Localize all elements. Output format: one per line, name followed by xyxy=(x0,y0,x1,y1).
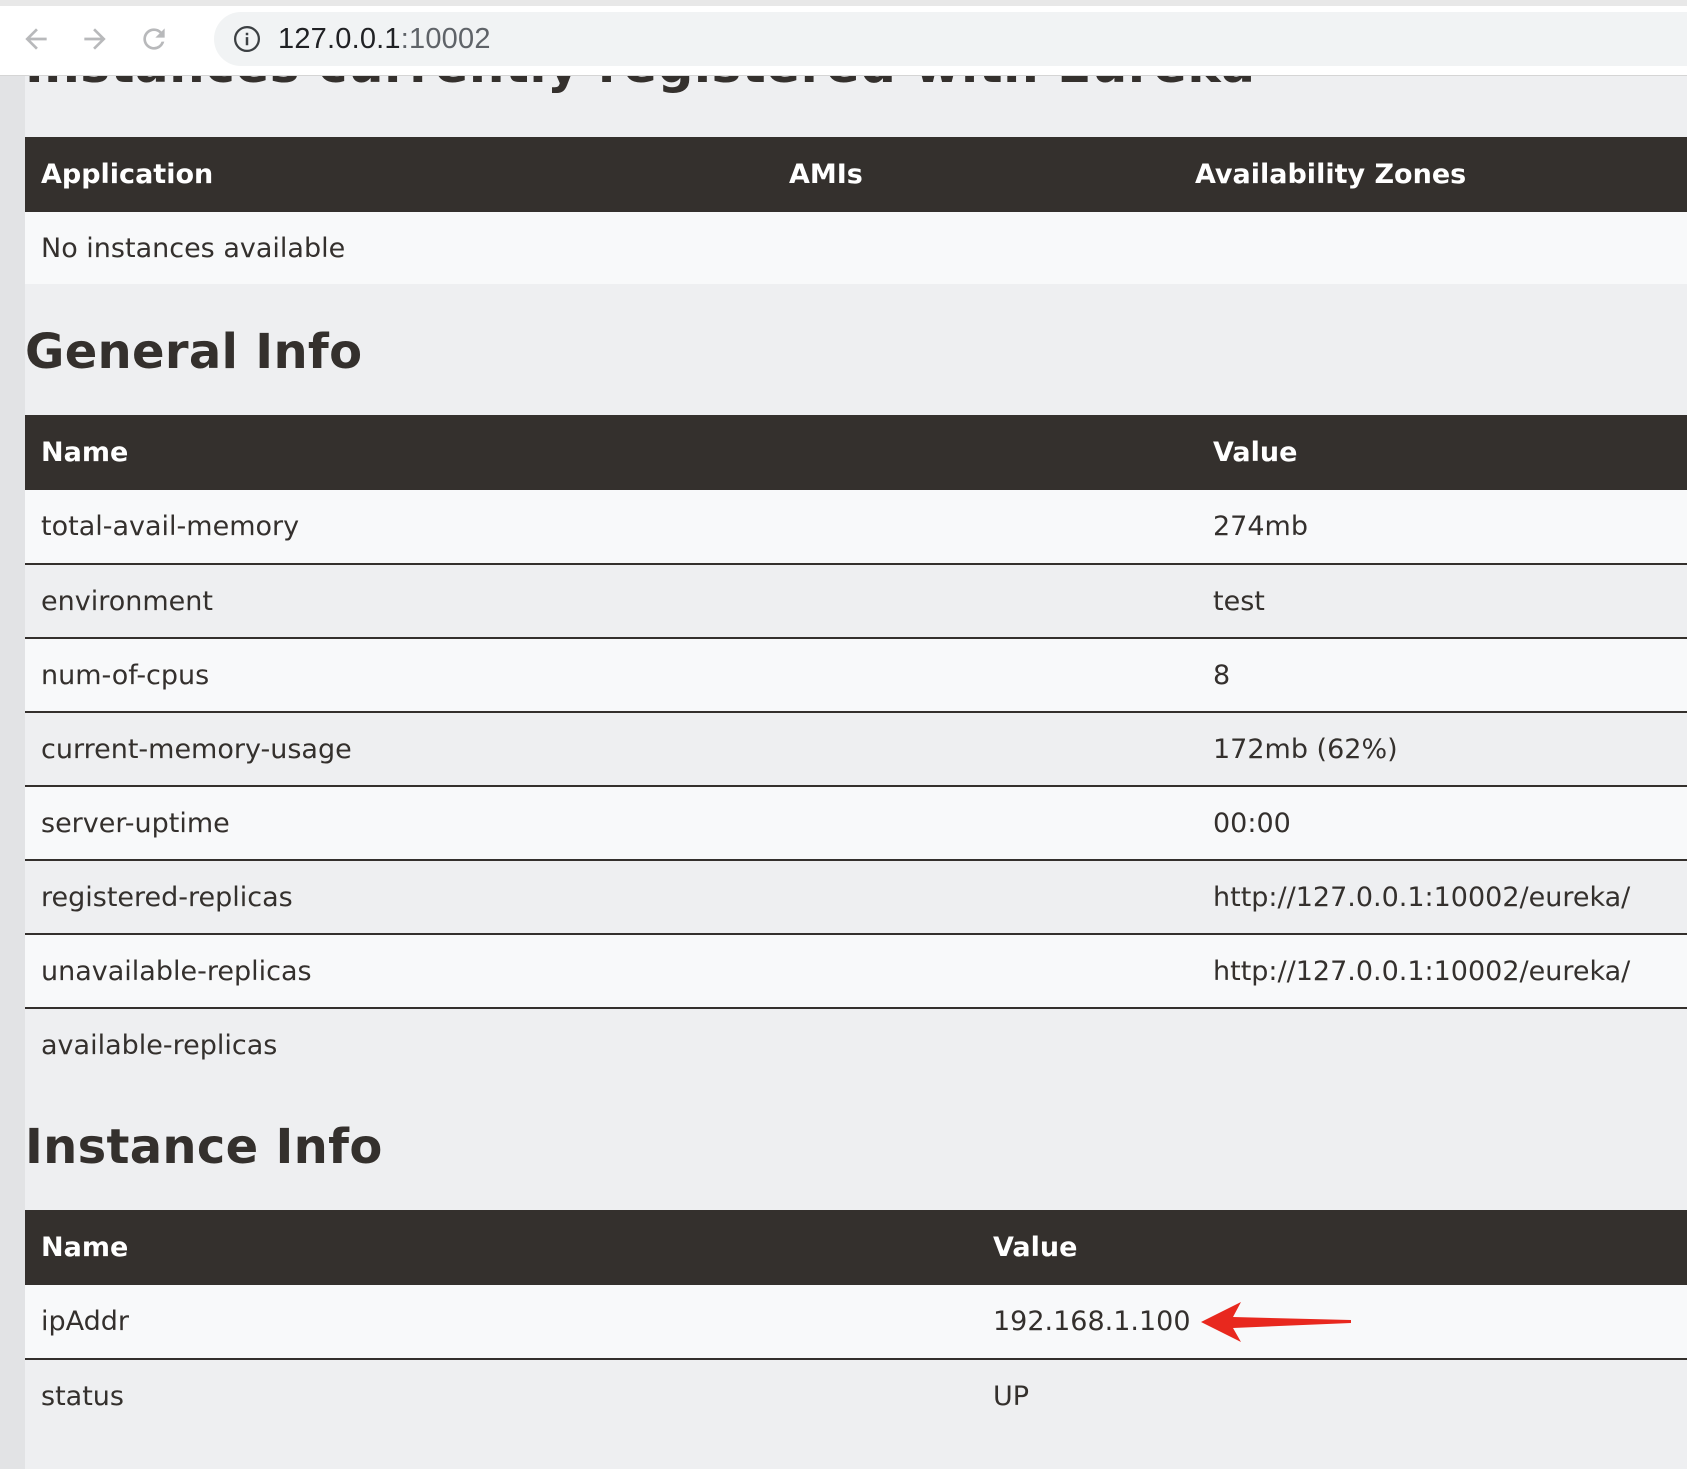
table-row: available-replicas xyxy=(25,1008,1687,1082)
browser-toolbar: 127.0.0.1:10002 xyxy=(0,0,1687,76)
table-row: No instances available xyxy=(25,212,1687,284)
toolbar-top-strip xyxy=(0,0,1687,6)
table-row: current-memory-usage 172mb (62%) xyxy=(25,712,1687,786)
instance-info-header-row: Name Value xyxy=(25,1210,1687,1285)
table-row: unavailable-replicas http://127.0.0.1:10… xyxy=(25,934,1687,1008)
row-value: UP xyxy=(993,1381,1030,1412)
row-name: ipAddr xyxy=(41,1306,130,1337)
back-button[interactable] xyxy=(17,20,55,58)
url-host: 127.0.0.1 xyxy=(278,23,401,55)
row-value: http://127.0.0.1:10002/eureka/ xyxy=(1213,881,1631,913)
column-header-availability-zones: Availability Zones xyxy=(1195,159,1467,190)
reload-icon xyxy=(143,28,165,50)
table-row: num-of-cpus 8 xyxy=(25,638,1687,712)
forward-button[interactable] xyxy=(76,20,114,58)
row-value: 274mb xyxy=(1213,511,1308,542)
column-header-amis: AMIs xyxy=(789,159,863,190)
instances-table: Application AMIs Availability Zones No i… xyxy=(25,137,1687,284)
column-header-name: Name xyxy=(41,437,129,468)
info-icon[interactable] xyxy=(232,24,262,54)
row-name: registered-replicas xyxy=(41,881,293,913)
column-header-application: Application xyxy=(41,159,214,190)
instance-info-table: Name Value ipAddr 192.168.1.100 status U… xyxy=(25,1210,1687,1433)
page-body: Instances currently registered with Eure… xyxy=(0,76,1687,1469)
row-name: status xyxy=(41,1381,124,1412)
row-name: current-memory-usage xyxy=(41,733,352,765)
general-info-table: Name Value total-avail-memory 274mb envi… xyxy=(25,415,1687,1082)
address-url[interactable]: 127.0.0.1:10002 xyxy=(278,23,491,56)
row-name: unavailable-replicas xyxy=(41,955,312,987)
red-arrow-icon xyxy=(1201,1302,1351,1342)
row-value: test xyxy=(1213,585,1265,617)
row-name: total-avail-memory xyxy=(41,511,300,542)
column-header-value: Value xyxy=(993,1232,1078,1263)
table-row: registered-replicas http://127.0.0.1:100… xyxy=(25,860,1687,934)
table-row: environment test xyxy=(25,564,1687,638)
column-header-name: Name xyxy=(41,1232,129,1263)
arrow-right-icon xyxy=(84,28,106,50)
row-value: 172mb (62%) xyxy=(1213,733,1398,765)
reload-button[interactable] xyxy=(135,20,173,58)
instances-heading: Instances currently registered with Eure… xyxy=(25,76,1255,94)
row-name: server-uptime xyxy=(41,807,230,839)
empty-message: No instances available xyxy=(41,232,346,264)
general-info-header-row: Name Value xyxy=(25,415,1687,490)
row-value: http://127.0.0.1:10002/eureka/ xyxy=(1213,955,1631,987)
instance-info-heading: Instance Info xyxy=(25,1119,383,1175)
general-info-heading: General Info xyxy=(25,324,363,380)
row-value xyxy=(1197,1008,1687,1082)
table-row: status UP xyxy=(25,1359,1687,1433)
row-name: num-of-cpus xyxy=(41,659,210,691)
arrow-left-icon xyxy=(25,28,47,50)
address-bar[interactable]: 127.0.0.1:10002 xyxy=(214,12,1687,66)
row-name: available-replicas xyxy=(41,1030,278,1061)
instances-header-row: Application AMIs Availability Zones xyxy=(25,137,1687,212)
row-value: 8 xyxy=(1213,659,1231,691)
row-name: environment xyxy=(41,585,213,617)
column-header-value: Value xyxy=(1213,437,1298,468)
table-row: total-avail-memory 274mb xyxy=(25,490,1687,564)
table-row: server-uptime 00:00 xyxy=(25,786,1687,860)
row-value: 00:00 xyxy=(1213,807,1291,839)
url-port: :10002 xyxy=(400,23,491,55)
table-row: ipAddr 192.168.1.100 xyxy=(25,1285,1687,1359)
left-scroll-strip xyxy=(0,76,25,1469)
